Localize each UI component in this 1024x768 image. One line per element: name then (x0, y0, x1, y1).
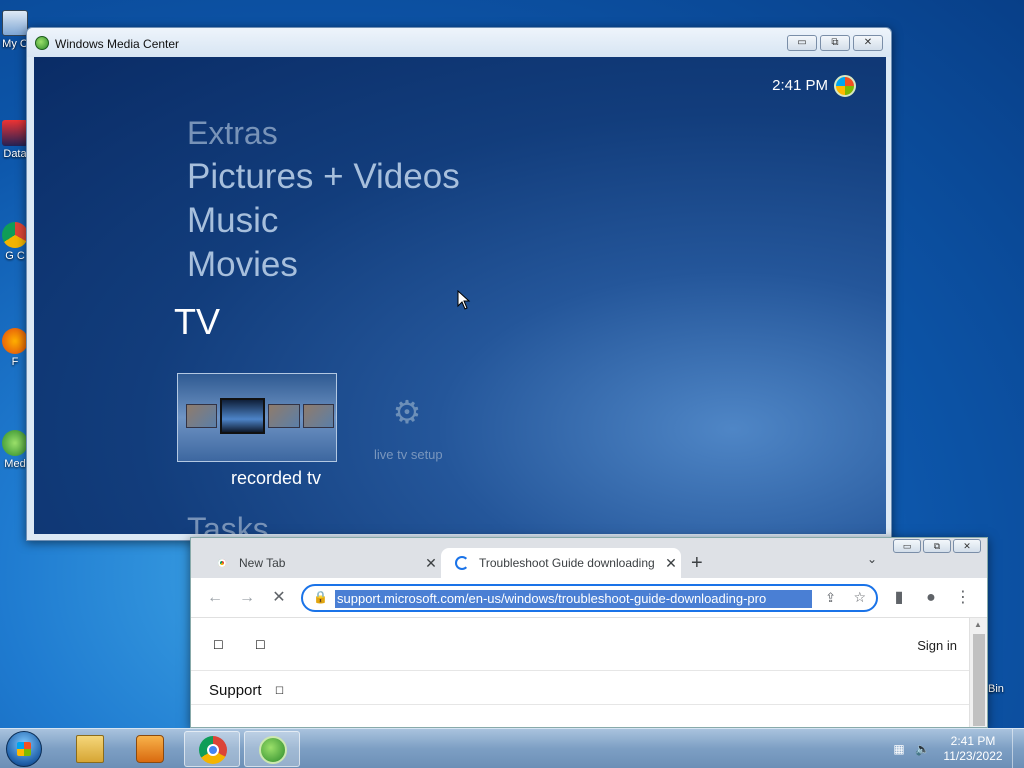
back-button[interactable]: ← (203, 586, 227, 610)
clock-time: 2:41 PM (950, 734, 996, 748)
chrome-icon-center (207, 744, 219, 756)
wmc-window-controls: ▭ ⧉ ✕ (787, 35, 883, 51)
clock-date: 11/23/2022 (943, 749, 1003, 763)
menu-item-extras[interactable]: Extras (187, 115, 278, 152)
share-icon[interactable]: ⇪ (825, 590, 836, 606)
thumbnail (268, 404, 300, 428)
tab-new-tab[interactable]: New Tab ✕ (201, 548, 441, 578)
side-panel-icon[interactable]: ▮ (887, 586, 911, 610)
recorded-tv-tile[interactable] (177, 373, 337, 462)
chrome-window-controls: ▭ ⧉ ✕ (893, 539, 981, 553)
chrome-icon (215, 556, 229, 570)
taskbar-chrome[interactable] (184, 731, 240, 767)
start-button[interactable] (6, 731, 42, 767)
windows-orb-icon[interactable] (834, 75, 856, 97)
taskbar-media-center[interactable] (244, 731, 300, 767)
media-center-icon (35, 36, 49, 50)
tab-label: Troubleshoot Guide downloading (479, 556, 655, 570)
menu-item-pictures-videos[interactable]: Pictures + Videos (187, 157, 460, 197)
loading-spinner-icon (455, 556, 469, 570)
menu-item-tasks[interactable]: Tasks (187, 511, 269, 534)
new-tab-button[interactable]: + (691, 552, 703, 575)
folder-icon (76, 735, 104, 763)
taskbar-explorer[interactable] (62, 731, 118, 767)
show-desktop-button[interactable] (1012, 729, 1024, 768)
recycle-bin-label[interactable]: Bin (988, 683, 1004, 695)
divider (191, 670, 969, 671)
divider (191, 704, 969, 705)
menu-glyph-box[interactable]: ☐ (213, 638, 224, 652)
menu-item-music[interactable]: Music (187, 201, 278, 241)
chrome-icon (2, 222, 28, 248)
menu-item-tv[interactable]: TV (174, 301, 220, 343)
tab-close-button[interactable]: ✕ (661, 555, 681, 572)
menu-item-movies[interactable]: Movies (187, 245, 298, 285)
sign-in-link[interactable]: Sign in (917, 638, 957, 653)
maximize-button[interactable]: ⧉ (923, 539, 951, 553)
media-player-icon (136, 735, 164, 763)
address-bar[interactable]: 🔒 support.microsoft.com/en-us/windows/tr… (301, 584, 878, 612)
profile-avatar[interactable]: ● (919, 586, 943, 610)
wmc-content: 2:41 PM Extras Pictures + Videos Music M… (34, 57, 886, 534)
maximize-button[interactable]: ⧉ (820, 35, 850, 51)
computer-icon (2, 10, 28, 36)
close-button[interactable]: ✕ (953, 539, 981, 553)
thumbnail (302, 404, 334, 428)
tab-label: New Tab (239, 556, 286, 570)
recorded-tv-label: recorded tv (231, 468, 322, 488)
tab-search-button[interactable]: ⌄ (867, 552, 877, 566)
scroll-up-arrow-icon[interactable]: ▲ (974, 620, 982, 629)
page-scrollbar[interactable]: ▲ (969, 618, 987, 727)
bookmark-star-icon[interactable]: ☆ (853, 589, 866, 606)
close-button[interactable]: ✕ (853, 35, 883, 51)
lock-icon[interactable]: 🔒 (313, 590, 328, 604)
shortcut-icon (2, 120, 28, 146)
address-input[interactable]: support.microsoft.com/en-us/windows/trou… (335, 590, 812, 608)
logo-glyph-box[interactable]: ☐ (255, 638, 266, 652)
forward-button[interactable]: → (235, 586, 259, 610)
browser-toolbar: ← → ✕ 🔒 support.microsoft.com/en-us/wind… (191, 578, 987, 618)
windows-logo-icon (17, 742, 31, 756)
tab-close-button[interactable]: ✕ (421, 555, 441, 572)
stop-loading-button[interactable]: ✕ (267, 586, 291, 610)
wmc-clock: 2:41 PM (772, 77, 828, 94)
web-page: ☐ ☐ Sign in Support ☐ (191, 618, 969, 727)
firefox-icon (2, 328, 28, 354)
media-center-icon (259, 736, 287, 764)
chrome-window: ▭ ⧉ ✕ New Tab ✕ Troubleshoot Guide downl… (190, 537, 988, 728)
tab-strip: ▭ ⧉ ✕ New Tab ✕ Troubleshoot Guide downl… (191, 538, 987, 578)
taskbar: ▦ 🔈 2:41 PM 11/23/2022 (0, 728, 1024, 768)
volume-icon[interactable]: 🔈 (915, 742, 930, 756)
gear-icon[interactable]: ⚙ (391, 396, 423, 428)
network-icon[interactable]: ▦ (892, 742, 906, 756)
support-heading[interactable]: Support (209, 682, 262, 699)
menu-kebab-icon[interactable]: ⋮ (951, 586, 975, 610)
wmc-window: Windows Media Center ▭ ⧉ ✕ 2:41 PM Extra… (26, 27, 892, 541)
support-menu-glyph[interactable]: ☐ (275, 686, 284, 697)
scroll-thumb[interactable] (973, 634, 985, 726)
media-center-icon (2, 430, 28, 456)
mouse-cursor-icon (457, 290, 471, 310)
thumbnail (186, 404, 218, 428)
thumbnail-strip (186, 398, 334, 434)
wmc-window-title: Windows Media Center (55, 37, 180, 51)
wmc-titlebar[interactable]: Windows Media Center ▭ ⧉ ✕ (27, 28, 891, 57)
minimize-button[interactable]: ▭ (787, 35, 817, 51)
chrome-icon (199, 736, 227, 764)
taskbar-clock[interactable]: 2:41 PM 11/23/2022 (940, 734, 1006, 764)
tab-troubleshoot[interactable]: Troubleshoot Guide downloading ✕ (441, 548, 681, 578)
thumbnail-selected (220, 398, 266, 434)
minimize-button[interactable]: ▭ (893, 539, 921, 553)
live-tv-setup-label[interactable]: live tv setup (374, 447, 443, 462)
taskbar-media-player[interactable] (122, 731, 178, 767)
